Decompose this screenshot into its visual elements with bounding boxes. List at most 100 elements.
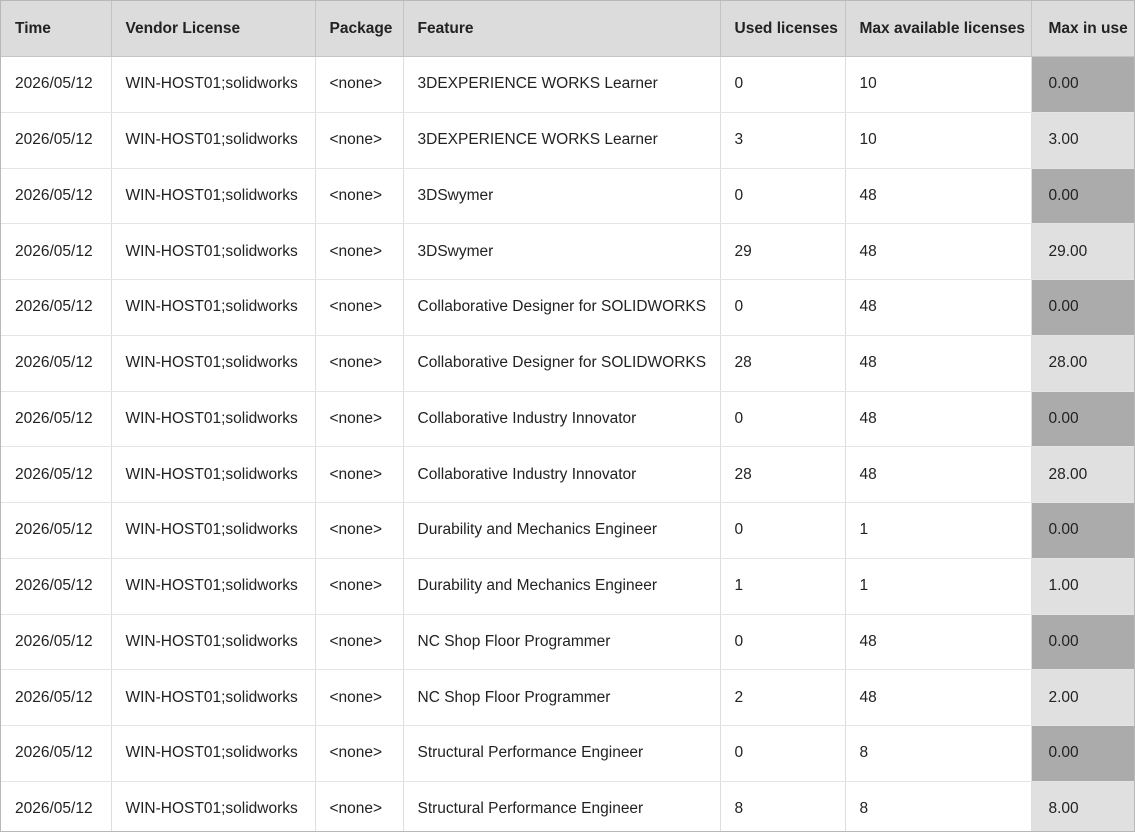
cell-max-available-licenses: 8 bbox=[845, 781, 1032, 831]
column-header-max-in-use[interactable]: Max in use bbox=[1031, 1, 1134, 57]
table-body: 2026/05/12 WIN-HOST01;solidworks <none> 3DE… bbox=[1, 56, 1134, 831]
table-row[interactable]: 2026/05/12 WIN-HOST01;solidworks <none> Col… bbox=[1, 446, 1134, 503]
cell-feature: 3DEXPERIENCE WORKS Learner bbox=[403, 112, 721, 169]
table-row[interactable]: 2026/05/12 WIN-HOST01;solidworks <none> Col… bbox=[1, 391, 1134, 448]
table-row[interactable]: 2026/05/12 WIN-HOST01;solidworks <none> 3DS… bbox=[1, 168, 1134, 225]
cell-used-licenses: 0 bbox=[720, 279, 846, 336]
cell-max-available-licenses: 48 bbox=[845, 614, 1032, 671]
cell-vendor-license: WIN-HOST01;solidworks bbox=[111, 558, 316, 615]
cell-max-available-licenses: 48 bbox=[845, 446, 1032, 503]
cell-max-in-use: 29.00 bbox=[1031, 223, 1134, 280]
cell-used-licenses: 0 bbox=[720, 502, 846, 559]
cell-package: <none> bbox=[315, 279, 404, 336]
cell-feature: Durability and Mechanics Engineer bbox=[403, 502, 721, 559]
cell-used-licenses: 0 bbox=[720, 725, 846, 782]
cell-vendor-license: WIN-HOST01;solidworks bbox=[111, 112, 316, 169]
cell-used-licenses: 0 bbox=[720, 168, 846, 225]
cell-max-available-licenses: 1 bbox=[845, 502, 1032, 559]
cell-package: <none> bbox=[315, 781, 404, 831]
table-row[interactable]: 2026/05/12 WIN-HOST01;solidworks <none> 3DS… bbox=[1, 223, 1134, 280]
cell-max-in-use: 1.00 bbox=[1031, 558, 1134, 615]
cell-max-available-licenses: 48 bbox=[845, 391, 1032, 448]
cell-max-in-use: 0.00 bbox=[1031, 725, 1134, 782]
column-header-feature[interactable]: Feature bbox=[403, 1, 721, 57]
cell-time: 2026/05/12 bbox=[1, 279, 112, 336]
table-row[interactable]: 2026/05/12 WIN-HOST01;solidworks <none> Str… bbox=[1, 781, 1134, 831]
column-header-time[interactable]: Time bbox=[1, 1, 112, 57]
table-row[interactable]: 2026/05/12 WIN-HOST01;solidworks <none> Col… bbox=[1, 335, 1134, 392]
cell-max-in-use: 0.00 bbox=[1031, 56, 1134, 113]
cell-feature: Structural Performance Engineer bbox=[403, 781, 721, 831]
cell-used-licenses: 0 bbox=[720, 391, 846, 448]
cell-time: 2026/05/12 bbox=[1, 223, 112, 280]
cell-time: 2026/05/12 bbox=[1, 725, 112, 782]
license-usage-table: Time Vendor License Package Feature Used… bbox=[1, 1, 1134, 831]
cell-used-licenses: 2 bbox=[720, 669, 846, 726]
header-row: Time Vendor License Package Feature Used… bbox=[1, 1, 1134, 57]
column-header-used-licenses[interactable]: Used licenses bbox=[720, 1, 846, 57]
cell-vendor-license: WIN-HOST01;solidworks bbox=[111, 614, 316, 671]
cell-used-licenses: 3 bbox=[720, 112, 846, 169]
cell-package: <none> bbox=[315, 56, 404, 113]
cell-feature: Durability and Mechanics Engineer bbox=[403, 558, 721, 615]
cell-vendor-license: WIN-HOST01;solidworks bbox=[111, 446, 316, 503]
cell-max-in-use: 28.00 bbox=[1031, 335, 1134, 392]
cell-package: <none> bbox=[315, 614, 404, 671]
cell-feature: Collaborative Designer for SOLIDWORKS bbox=[403, 335, 721, 392]
cell-time: 2026/05/12 bbox=[1, 614, 112, 671]
table-row[interactable]: 2026/05/12 WIN-HOST01;solidworks <none> NC … bbox=[1, 669, 1134, 726]
table-row[interactable]: 2026/05/12 WIN-HOST01;solidworks <none> Col… bbox=[1, 279, 1134, 336]
cell-max-in-use: 0.00 bbox=[1031, 502, 1134, 559]
cell-max-available-licenses: 48 bbox=[845, 223, 1032, 280]
cell-time: 2026/05/12 bbox=[1, 112, 112, 169]
cell-max-in-use: 0.00 bbox=[1031, 279, 1134, 336]
cell-package: <none> bbox=[315, 502, 404, 559]
cell-max-available-licenses: 10 bbox=[845, 112, 1032, 169]
cell-max-available-licenses: 48 bbox=[845, 669, 1032, 726]
cell-package: <none> bbox=[315, 112, 404, 169]
cell-feature: NC Shop Floor Programmer bbox=[403, 614, 721, 671]
cell-package: <none> bbox=[315, 391, 404, 448]
cell-time: 2026/05/12 bbox=[1, 446, 112, 503]
cell-time: 2026/05/12 bbox=[1, 168, 112, 225]
cell-feature: Collaborative Industry Innovator bbox=[403, 446, 721, 503]
cell-max-available-licenses: 48 bbox=[845, 279, 1032, 336]
cell-time: 2026/05/12 bbox=[1, 669, 112, 726]
cell-max-available-licenses: 48 bbox=[845, 168, 1032, 225]
cell-used-licenses: 29 bbox=[720, 223, 846, 280]
license-usage-grid: Time Vendor License Package Feature Used… bbox=[0, 0, 1135, 832]
cell-vendor-license: WIN-HOST01;solidworks bbox=[111, 502, 316, 559]
cell-used-licenses: 8 bbox=[720, 781, 846, 831]
cell-max-in-use: 2.00 bbox=[1031, 669, 1134, 726]
table-row[interactable]: 2026/05/12 WIN-HOST01;solidworks <none> Str… bbox=[1, 725, 1134, 782]
cell-max-in-use: 0.00 bbox=[1031, 391, 1134, 448]
cell-package: <none> bbox=[315, 223, 404, 280]
cell-vendor-license: WIN-HOST01;solidworks bbox=[111, 391, 316, 448]
cell-max-available-licenses: 1 bbox=[845, 558, 1032, 615]
cell-feature: Structural Performance Engineer bbox=[403, 725, 721, 782]
table-row[interactable]: 2026/05/12 WIN-HOST01;solidworks <none> NC … bbox=[1, 614, 1134, 671]
cell-time: 2026/05/12 bbox=[1, 502, 112, 559]
table-row[interactable]: 2026/05/12 WIN-HOST01;solidworks <none> 3DE… bbox=[1, 112, 1134, 169]
cell-feature: NC Shop Floor Programmer bbox=[403, 669, 721, 726]
cell-vendor-license: WIN-HOST01;solidworks bbox=[111, 781, 316, 831]
cell-feature: 3DSwymer bbox=[403, 168, 721, 225]
cell-max-available-licenses: 10 bbox=[845, 56, 1032, 113]
cell-vendor-license: WIN-HOST01;solidworks bbox=[111, 168, 316, 225]
table-row[interactable]: 2026/05/12 WIN-HOST01;solidworks <none> Dur… bbox=[1, 558, 1134, 615]
cell-max-in-use: 0.00 bbox=[1031, 168, 1134, 225]
cell-time: 2026/05/12 bbox=[1, 558, 112, 615]
column-header-vendor-license[interactable]: Vendor License bbox=[111, 1, 316, 57]
cell-used-licenses: 0 bbox=[720, 614, 846, 671]
column-header-package[interactable]: Package bbox=[315, 1, 404, 57]
cell-used-licenses: 0 bbox=[720, 56, 846, 113]
cell-package: <none> bbox=[315, 558, 404, 615]
cell-used-licenses: 28 bbox=[720, 335, 846, 392]
cell-package: <none> bbox=[315, 669, 404, 726]
table-row[interactable]: 2026/05/12 WIN-HOST01;solidworks <none> Dur… bbox=[1, 502, 1134, 559]
cell-package: <none> bbox=[315, 335, 404, 392]
cell-max-available-licenses: 48 bbox=[845, 335, 1032, 392]
column-header-max-available-licenses[interactable]: Max available licenses bbox=[845, 1, 1032, 57]
table-row[interactable]: 2026/05/12 WIN-HOST01;solidworks <none> 3DE… bbox=[1, 56, 1134, 113]
cell-max-available-licenses: 8 bbox=[845, 725, 1032, 782]
